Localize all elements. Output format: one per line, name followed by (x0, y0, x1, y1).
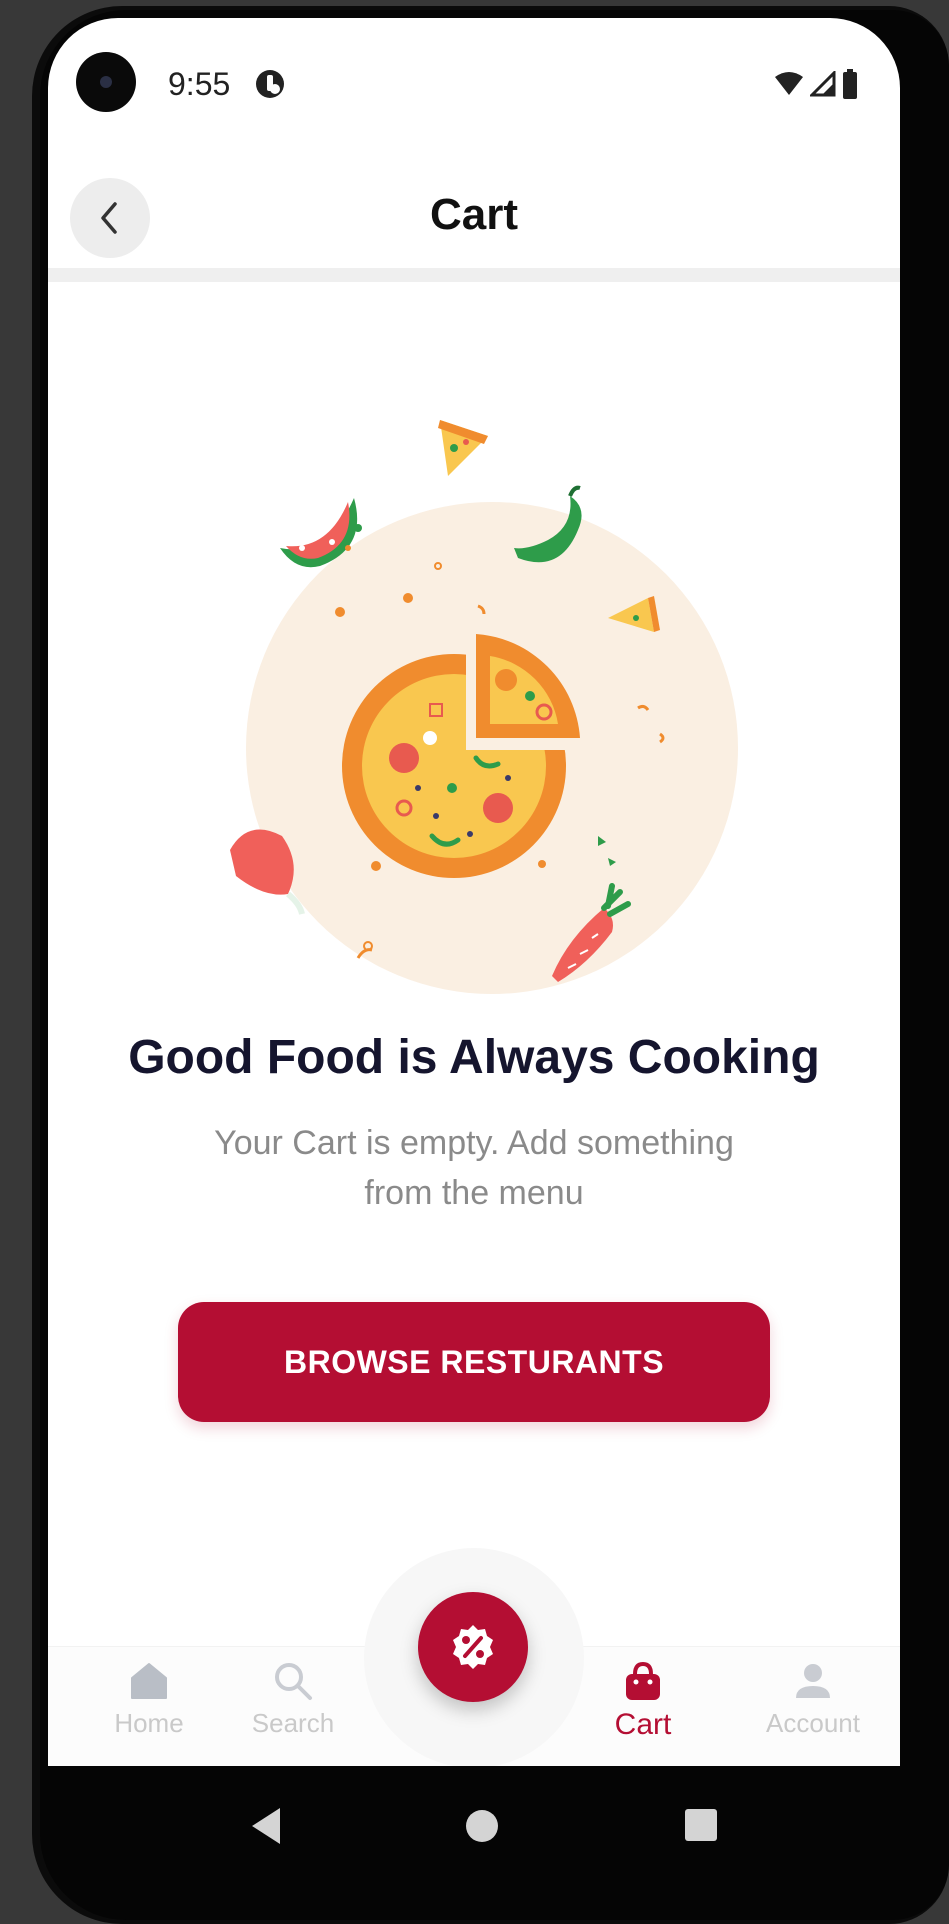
header: Cart (48, 138, 900, 288)
empty-state-title: Good Food is Always Cooking (128, 1031, 820, 1084)
home-circle-icon[interactable] (464, 1808, 500, 1844)
empty-state-subtitle: Your Cart is empty. Add something from t… (214, 1124, 734, 1212)
browse-restaurants-button[interactable]: BROWSE RESTURANTS (178, 1302, 770, 1422)
nav-label-account: Account (766, 1708, 860, 1738)
user-icon (790, 1658, 836, 1704)
shopping-bag-icon (620, 1658, 666, 1704)
nav-label-home: Home (114, 1708, 184, 1738)
home-icon (126, 1658, 172, 1704)
back-triangle-icon[interactable] (248, 1806, 284, 1846)
nav-item-search[interactable]: Search (218, 1658, 368, 1758)
nav-label-cart: Cart (614, 1708, 672, 1741)
status-bar: 9:55 (48, 18, 900, 138)
search-icon (270, 1658, 316, 1704)
signal-icon (810, 71, 836, 97)
app-screen: 9:55 Cart Good Food is Always Cooking Yo… (48, 18, 900, 1766)
front-camera (76, 52, 136, 112)
nav-item-cart[interactable]: Cart (568, 1658, 718, 1758)
nav-label-search: Search (251, 1708, 335, 1738)
stage: 9:55 Cart Good Food is Always Cooking Yo… (0, 0, 949, 1924)
status-icons (774, 66, 858, 102)
app-notification-icon (256, 70, 284, 98)
empty-cart-illustration (230, 420, 738, 994)
page-title: Cart (429, 190, 519, 239)
nav-item-home[interactable]: Home (74, 1658, 224, 1758)
battery-icon (843, 69, 857, 99)
offers-fab-button[interactable] (418, 1592, 528, 1702)
discount-icon (453, 1625, 493, 1669)
status-time: 9:55 (168, 66, 231, 102)
android-system-nav (56, 1768, 908, 1888)
pizza-slice-top-icon (438, 420, 488, 476)
recents-square-icon[interactable] (684, 1808, 718, 1842)
wifi-icon (775, 72, 803, 95)
header-divider (48, 268, 900, 282)
nav-item-account[interactable]: Account (738, 1658, 888, 1758)
